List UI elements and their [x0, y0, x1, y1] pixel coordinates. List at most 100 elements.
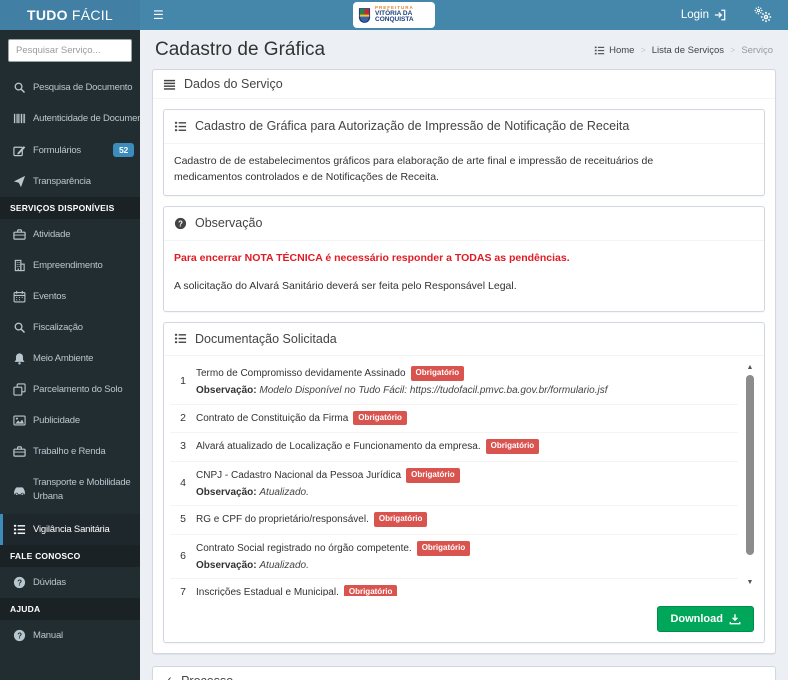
paper-plane-icon: [13, 175, 26, 188]
obrigatorio-badge: Obrigatório: [374, 512, 428, 527]
login-button[interactable]: Login: [681, 9, 726, 21]
sidebar-item-manual[interactable]: Manual: [0, 620, 140, 651]
obrigatorio-badge: Obrigatório: [411, 366, 465, 381]
sidebar-item-label: Manual: [33, 630, 63, 641]
sign-in-icon: [714, 9, 726, 21]
documentacao-card: Documentação Solicitada 1 Termo de Compr…: [163, 322, 765, 644]
obrigatorio-badge: Obrigatório: [344, 585, 398, 596]
main-content: Cadastro de Gráfica Home > Lista de Serv…: [140, 30, 788, 680]
city-crest-icon: [358, 7, 371, 24]
navbar-right: Login: [681, 0, 788, 30]
doc-item-6: 6 Contrato Social registrado no órgão co…: [170, 535, 738, 579]
scrollbar-thumb[interactable]: [746, 375, 754, 555]
breadcrumb-home[interactable]: Home: [594, 45, 634, 56]
download-icon: [729, 613, 741, 625]
search-icon: [13, 81, 26, 94]
processo-card: ✓ Processo Abrir Processo ✓: [152, 666, 776, 680]
sidebar-item-eventos[interactable]: Eventos: [0, 281, 140, 312]
scrollbar-track[interactable]: [746, 373, 754, 577]
sidebar-item-atividade[interactable]: Atividade: [0, 219, 140, 250]
sidebar-item-empreendimento[interactable]: Empreendimento: [0, 250, 140, 281]
list-icon: [174, 120, 187, 133]
settings-button[interactable]: [754, 8, 772, 23]
dados-card-title: Dados do Serviço: [184, 77, 283, 91]
briefcase-icon: [13, 228, 26, 241]
observacao-header: Observação: [164, 207, 764, 241]
sidebar-item-label: Atividade: [33, 229, 70, 240]
menu-icon: ☰: [153, 8, 164, 22]
search-input[interactable]: [8, 39, 132, 62]
barcode-icon: [13, 112, 26, 125]
logo-line3: CONQUISTA: [375, 17, 414, 24]
car-icon: [13, 484, 26, 497]
brand-logo[interactable]: TUDO FÁCIL: [0, 0, 140, 30]
top-navbar: TUDO FÁCIL ☰ PREFEITURA VITÓRIA DA CONQU…: [0, 0, 788, 30]
obrigatorio-badge: Obrigatório: [417, 541, 471, 556]
obrigatorio-badge: Obrigatório: [406, 468, 460, 483]
sidebar-item-label: Dúvidas: [33, 577, 66, 588]
doc-item-5: 5 RG e CPF do proprietário/responsável.O…: [170, 506, 738, 535]
sidebar-item-autenticidade-de-documento[interactable]: Autenticidade de Documento: [0, 103, 140, 134]
scroll-up-arrow[interactable]: ▲: [747, 364, 754, 371]
sidebar-item-transporte-e-mobilidade-urbana[interactable]: Transporte e Mobilidade Urbana: [0, 467, 140, 514]
observacao-title: Observação: [195, 214, 262, 233]
sidebar-item-transparencia[interactable]: Transparência: [0, 166, 140, 197]
question-circle-icon: [13, 576, 26, 589]
documentacao-header: Documentação Solicitada: [164, 323, 764, 357]
sidebar-item-parcelamento-do-solo[interactable]: Parcelamento do Solo: [0, 374, 140, 405]
sidebar-item-label: Fiscalização: [33, 322, 83, 333]
breadcrumb: Home > Lista de Serviços > Serviço: [594, 45, 773, 56]
dados-do-servico-card: Dados do Serviço Cadastro de Gráfica par…: [152, 69, 776, 654]
sidebar-item-label: Parcelamento do Solo: [33, 384, 122, 395]
sidebar: Pesquisa de Documento Autenticidade de D…: [0, 30, 140, 680]
sidebar-item-vigilancia-sanitaria[interactable]: Vigilância Sanitária: [0, 514, 140, 545]
sidebar-item-fiscalizacao[interactable]: Fiscalização: [0, 312, 140, 343]
service-info-header: Cadastro de Gráfica para Autorização de …: [164, 110, 764, 144]
sidebar-item-formularios[interactable]: Formulários 52: [0, 134, 140, 166]
sidebar-item-label: Meio Ambiente: [33, 353, 93, 364]
bell-icon: [13, 352, 26, 365]
sidebar-toggle-button[interactable]: ☰: [140, 0, 177, 30]
sidebar-item-duvidas[interactable]: Dúvidas: [0, 567, 140, 598]
question-circle-icon: [13, 629, 26, 642]
processo-title: Processo: [181, 674, 233, 680]
observacao-card: Observação Para encerrar NOTA TÉCNICA é …: [163, 206, 765, 311]
service-info-title: Cadastro de Gráfica para Autorização de …: [195, 117, 629, 136]
doc-item-7: 7 Inscrições Estadual e Municipal.Obriga…: [170, 579, 738, 596]
doc-item-2: 2 Contrato de Constituição da FirmaObrig…: [170, 405, 738, 434]
obrigatorio-badge: Obrigatório: [353, 411, 407, 426]
breadcrumb-lista-de-servicos[interactable]: Lista de Serviços: [652, 45, 724, 56]
obrigatorio-badge: Obrigatório: [486, 439, 540, 454]
dados-card-header: Dados do Serviço: [153, 70, 775, 99]
sidebar-item-label: Formulários: [33, 145, 81, 156]
briefcase-icon: [13, 445, 26, 458]
city-logo-text: PREFEITURA VITÓRIA DA CONQUISTA: [375, 6, 414, 24]
app-window: TUDO FÁCIL ☰ PREFEITURA VITÓRIA DA CONQU…: [0, 0, 788, 680]
list-icon: [594, 45, 605, 56]
sidebar-item-pesquisa-de-documento[interactable]: Pesquisa de Documento: [0, 72, 140, 103]
download-button[interactable]: Download: [657, 606, 754, 632]
sidebar-item-label: Empreendimento: [33, 260, 103, 271]
doc-item-1: 1 Termo de Compromisso devidamente Assin…: [170, 360, 738, 404]
sidebar-section-servicos: SERVIÇOS DISPONÍVEIS: [0, 197, 140, 219]
scroll-down-arrow[interactable]: ▼: [747, 579, 754, 586]
sidebar-item-label: Eventos: [33, 291, 66, 302]
sidebar-item-publicidade[interactable]: Publicidade: [0, 405, 140, 436]
calendar-icon: [13, 290, 26, 303]
service-info-card: Cadastro de Gráfica para Autorização de …: [163, 109, 765, 196]
breadcrumb-current: Serviço: [741, 45, 773, 56]
login-label: Login: [681, 9, 709, 21]
check-icon: ✓: [163, 674, 173, 680]
bars-icon: [163, 78, 176, 91]
sidebar-section-ajuda: AJUDA: [0, 598, 140, 620]
list-icon: [174, 332, 187, 345]
sidebar-section-fale-conosco: FALE CONOSCO: [0, 545, 140, 567]
sidebar-item-label: Publicidade: [33, 415, 80, 426]
list-scrollbar: ▲ ▼: [745, 364, 755, 586]
alvara-note: A solicitação do Alvará Sanitário deverá…: [174, 279, 754, 295]
sidebar-item-trabalho-e-renda[interactable]: Trabalho e Renda: [0, 436, 140, 467]
documentacao-scroll-area: 1 Termo de Compromisso devidamente Assin…: [164, 356, 764, 596]
city-hall-logo[interactable]: PREFEITURA VITÓRIA DA CONQUISTA: [353, 2, 435, 28]
sidebar-item-meio-ambiente[interactable]: Meio Ambiente: [0, 343, 140, 374]
sidebar-item-label: Vigilância Sanitária: [33, 524, 110, 535]
